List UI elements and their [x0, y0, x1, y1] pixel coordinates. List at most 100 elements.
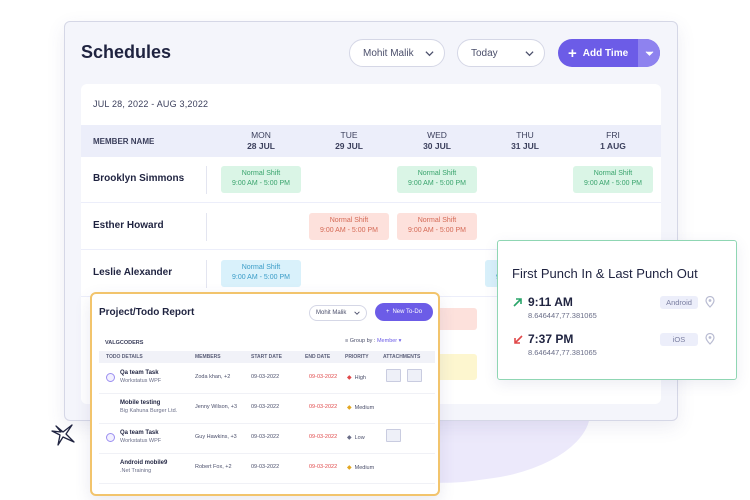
page: Schedules Mohit Malik Today + Add Time J… — [0, 0, 750, 500]
plus-icon: + — [568, 44, 577, 62]
divider — [206, 260, 207, 288]
device-badge: iOS — [660, 333, 698, 346]
location-pin-icon[interactable] — [705, 333, 715, 345]
priority-label: Low — [354, 435, 365, 441]
shift-title: Normal Shift — [417, 217, 457, 224]
shift-time: 9:00 AM - 5:00 PM — [232, 274, 290, 281]
day-header: THU 31 JUL — [485, 130, 565, 152]
todo-members: Guy Hawkins, +3 — [195, 434, 237, 440]
todo-start-date: 09-03-2022 — [251, 464, 280, 470]
column-header: ATTACHMENTS — [383, 354, 421, 360]
chevron-down-icon — [645, 50, 653, 56]
add-time-main[interactable]: + Add Time — [558, 46, 638, 61]
add-time-dropdown-toggle[interactable] — [638, 39, 660, 67]
weekday: WED — [427, 130, 447, 140]
chevron-down-icon — [525, 50, 534, 56]
punch-out-coords: 8.646447,77.381065 — [528, 348, 597, 357]
todo-start-date: 09-03-2022 — [251, 404, 280, 410]
sparkle-star-icon — [51, 424, 75, 446]
day-header: FRI 1 AUG — [573, 130, 653, 152]
image-attachment-icon[interactable] — [386, 429, 401, 442]
shift-title: Normal Shift — [241, 170, 281, 177]
shift-block[interactable]: Normal Shift 9:00 AM - 5:00 PM — [221, 260, 301, 287]
punch-out-time: 7:37 PM — [528, 332, 574, 346]
member-column-header: MEMBER NAME — [93, 137, 155, 146]
todo-table: VALGCODERS ≡ Group by : Member ▾ TODO DE… — [99, 332, 435, 492]
member-name: Esther Howard — [93, 220, 164, 231]
todo-row[interactable]: Qa team Task Workstatus WPF Zoda khan, +… — [99, 364, 435, 394]
chevron-down-icon — [425, 50, 434, 56]
divider — [206, 166, 207, 194]
day-header: MON 28 JUL — [221, 130, 301, 152]
todo-members: Jenny Wilson, +3 — [195, 404, 238, 410]
punch-card: First Punch In & Last Punch Out 9:11 AM … — [497, 240, 737, 380]
day-date: 28 JUL — [247, 141, 275, 151]
todo-project: Workstatus WPF — [120, 438, 162, 444]
image-attachment-icon[interactable] — [386, 369, 401, 382]
chevron-down-icon: ▾ — [398, 338, 402, 344]
shift-time: 9:00 AM - 5:00 PM — [408, 180, 466, 187]
todo-end-date: 09-03-2022 — [309, 464, 338, 470]
day-date: 31 JUL — [511, 141, 539, 151]
member-select[interactable]: Mohit Malik — [349, 39, 445, 67]
member-select-value: Mohit Malik — [363, 47, 414, 59]
shift-time: 9:00 AM - 5:00 PM — [232, 180, 290, 187]
range-select[interactable]: Today — [457, 39, 545, 67]
column-header: TODO DETAILS — [106, 354, 143, 360]
punch-in-time: 9:11 AM — [528, 295, 573, 309]
add-time-label: Add Time — [582, 47, 629, 59]
org-name: VALGCODERS — [105, 340, 144, 346]
shift-block[interactable]: Normal Shift 9:00 AM - 5:00 PM — [573, 166, 653, 193]
todo-name: Qa team Task — [120, 370, 159, 376]
todo-row[interactable]: Android mobile9 .Net Training Robert Fox… — [99, 454, 435, 484]
shift-block[interactable]: Normal Shift 9:00 AM - 5:00 PM — [221, 166, 301, 193]
todo-member-select[interactable]: Mohit Malik — [309, 305, 367, 321]
column-header: END DATE — [305, 354, 331, 360]
priority-label: Medium — [354, 405, 375, 411]
group-by-select[interactable]: ≡ Group by : Member ▾ — [345, 338, 401, 344]
shift-block[interactable]: Normal Shift 9:00 AM - 5:00 PM — [309, 213, 389, 240]
column-header: PRIORITY — [345, 354, 369, 360]
todo-project: .Net Training — [120, 468, 152, 474]
column-header: MEMBERS — [195, 354, 221, 360]
task-status-icon — [106, 373, 115, 382]
todo-row[interactable]: Mobile testing Big Kahuna Burger Ltd. Je… — [99, 394, 435, 424]
device-badge: Android — [660, 296, 698, 309]
range-select-value: Today — [471, 47, 498, 59]
todo-name: Mobile testing — [120, 400, 161, 406]
todo-report-card: Project/Todo Report Mohit Malik + New To… — [90, 292, 440, 496]
shift-time: 9:00 AM - 5:00 PM — [320, 227, 378, 234]
shift-block[interactable]: Normal Shift 9:00 AM - 5:00 PM — [397, 166, 477, 193]
todo-name: Android mobile9 — [120, 460, 168, 466]
shift-time: 9:00 AM - 5:00 PM — [584, 180, 642, 187]
todo-project: Workstatus WPF — [120, 378, 162, 384]
todo-name: Qa team Task — [120, 430, 159, 436]
page-title: Schedules — [81, 42, 172, 62]
document-attachment-icon[interactable] — [407, 369, 422, 382]
priority-medium-icon: ◆ — [347, 465, 352, 471]
todo-members: Robert Fox, +2 — [195, 464, 232, 470]
shift-title: Normal Shift — [329, 217, 369, 224]
todo-row[interactable]: Qa team Task Workstatus WPF Guy Hawkins,… — [99, 424, 435, 454]
shift-block[interactable]: Normal Shift 9:00 AM - 5:00 PM — [397, 213, 477, 240]
shift-title: Normal Shift — [241, 264, 281, 271]
member-name: Brooklyn Simmons — [93, 173, 185, 184]
plus-icon: + — [385, 309, 390, 315]
todo-priority: ◆ Medium — [347, 464, 374, 471]
add-time-button[interactable]: + Add Time — [558, 39, 660, 67]
date-range: JUL 28, 2022 - AUG 3,2022 — [93, 99, 209, 109]
member-name: Leslie Alexander — [93, 267, 173, 278]
day-header: WED 30 JUL — [397, 130, 477, 152]
todo-report-title: Project/Todo Report — [99, 307, 195, 318]
priority-high-icon: ◆ — [347, 375, 352, 381]
task-status-icon — [106, 433, 115, 442]
todo-end-date: 09-03-2022 — [309, 404, 338, 410]
todo-project: Big Kahuna Burger Ltd. — [120, 408, 178, 414]
new-todo-button[interactable]: + New To-Do — [375, 303, 433, 321]
day-date: 29 JUL — [335, 141, 363, 151]
location-pin-icon[interactable] — [705, 296, 715, 308]
day-header: TUE 29 JUL — [309, 130, 389, 152]
weekday: TUE — [340, 130, 358, 140]
todo-end-date: 09-03-2022 — [309, 374, 338, 380]
new-todo-label: New To-Do — [392, 309, 423, 315]
